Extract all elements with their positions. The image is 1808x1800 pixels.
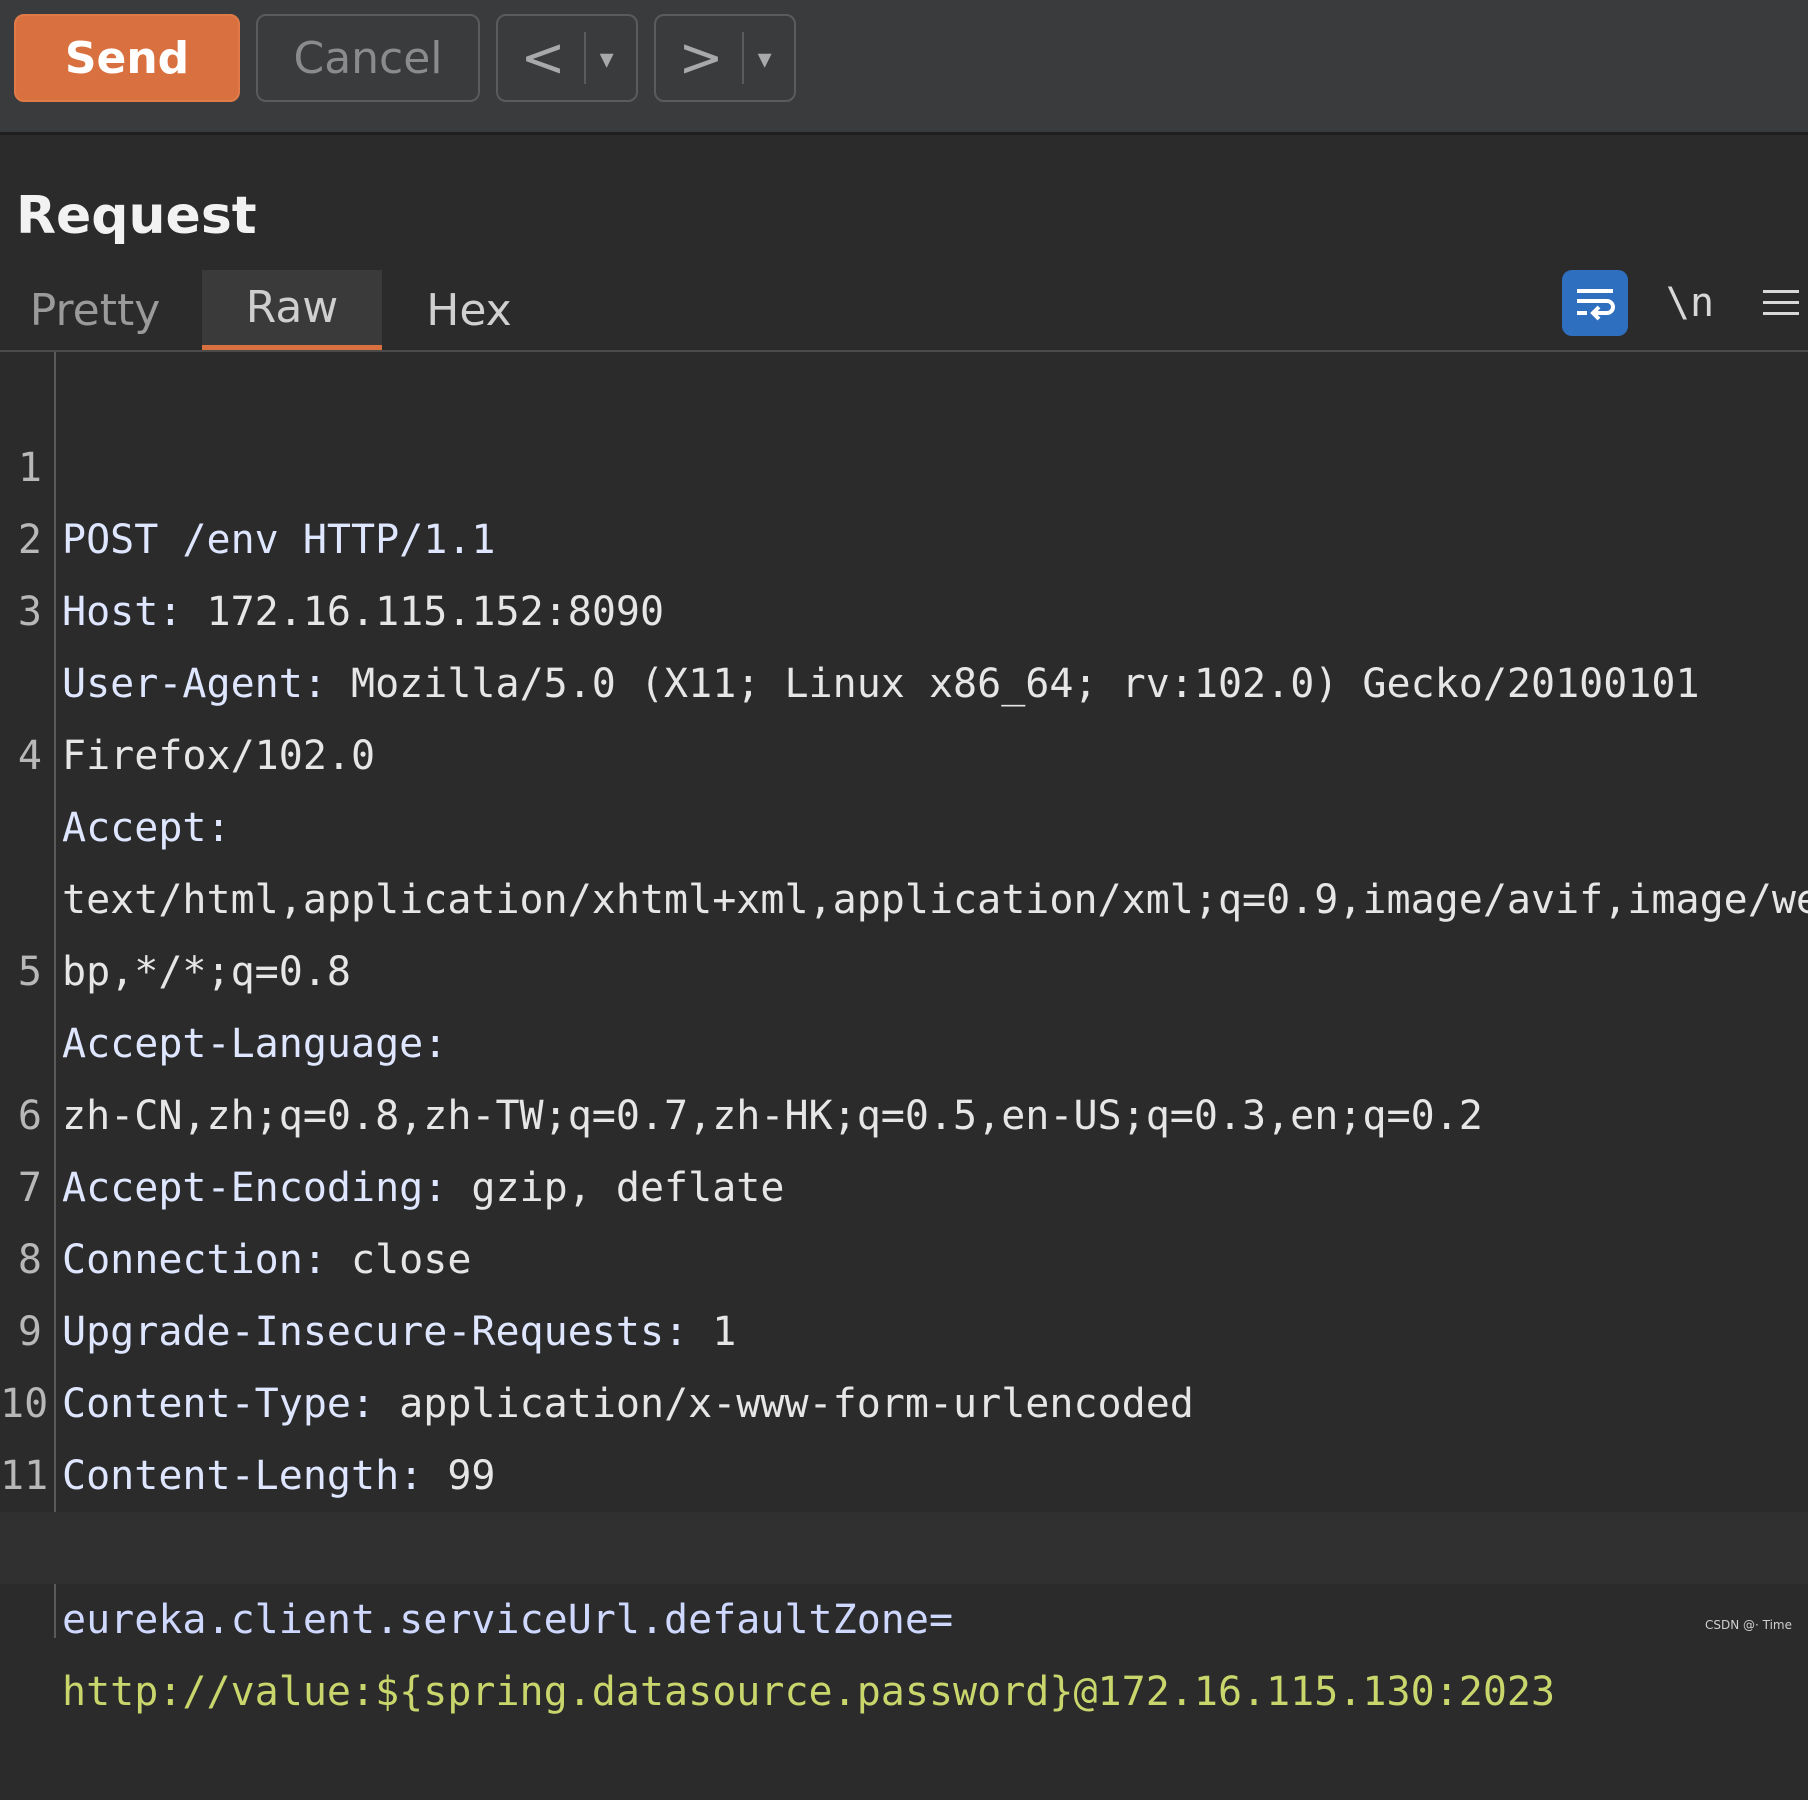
code-line-wrapped: bp,*/*;q=0.8 [0,792,1808,995]
code-line: 2 Host: 172.16.115.152:8090 [0,432,1808,635]
tab-pretty[interactable]: Pretty [20,270,170,350]
forward-dropdown-icon[interactable]: ▾ [758,42,772,75]
back-dropdown-icon[interactable]: ▾ [600,42,614,75]
body-param-name: eureka.client.serviceUrl.defaultZone= [62,1597,954,1643]
cancel-button[interactable]: Cancel [256,14,480,102]
tab-bar: Pretty Raw Hex [0,270,1808,352]
toolbar: Send Cancel < ▾ > ▾ [0,0,1808,135]
hamburger-menu-icon[interactable] [1754,270,1808,336]
send-button[interactable]: Send [14,14,240,102]
code-line: 3 User-Agent: Mozilla/5.0 (X11; Linux x8… [0,504,1808,707]
code-line: 1 POST /env HTTP/1.1 [0,360,1808,563]
forward-button[interactable]: > ▾ [654,14,796,102]
body-param-value: http://value:${spring.datasource.passwor… [62,1669,1556,1715]
back-button[interactable]: < ▾ [496,14,638,102]
code-line: 5 Accept-Language: [0,864,1808,1067]
code-line-wrapped: zh-CN,zh;q=0.8,zh-TW;q=0.7,zh-HK;q=0.5,e… [0,936,1808,1139]
code-line: 4 Accept: [0,648,1808,851]
code-line-wrapped: text/html,application/xhtml+xml,applicat… [0,720,1808,923]
code-line: 8 Upgrade-Insecure-Requests: 1 [0,1152,1808,1355]
word-wrap-icon[interactable] [1562,270,1628,336]
divider [741,32,744,84]
code-line: 6 Accept-Encoding: gzip, deflate [0,1008,1808,1211]
divider [583,32,586,84]
watermark: CSDN @· Time [1704,1618,1792,1632]
code-line: 11 [0,1368,1808,1499]
code-line-wrapped: Firefox/102.0 [0,576,1808,779]
back-arrow-icon: < [520,26,566,89]
code-line-current: http://value:${spring.datasource.passwor… [0,1512,1808,1715]
newline-toggle-icon[interactable]: \n [1660,270,1720,336]
raw-request-editor[interactable]: 1 POST /env HTTP/1.1 2 Host: 172.16.115.… [0,352,1808,1715]
forward-arrow-icon: > [678,26,724,89]
code-line: 7 Connection: close [0,1080,1808,1283]
tab-hex[interactable]: Hex [400,270,538,350]
code-line: 9 Content-Type: application/x-www-form-u… [0,1224,1808,1427]
code-line: 10 Content-Length: 99 [0,1296,1808,1499]
panel-title: Request [16,186,257,246]
tab-raw[interactable]: Raw [202,270,382,350]
code-line: 12 eureka.client.serviceUrl.defaultZone= [0,1440,1808,1643]
